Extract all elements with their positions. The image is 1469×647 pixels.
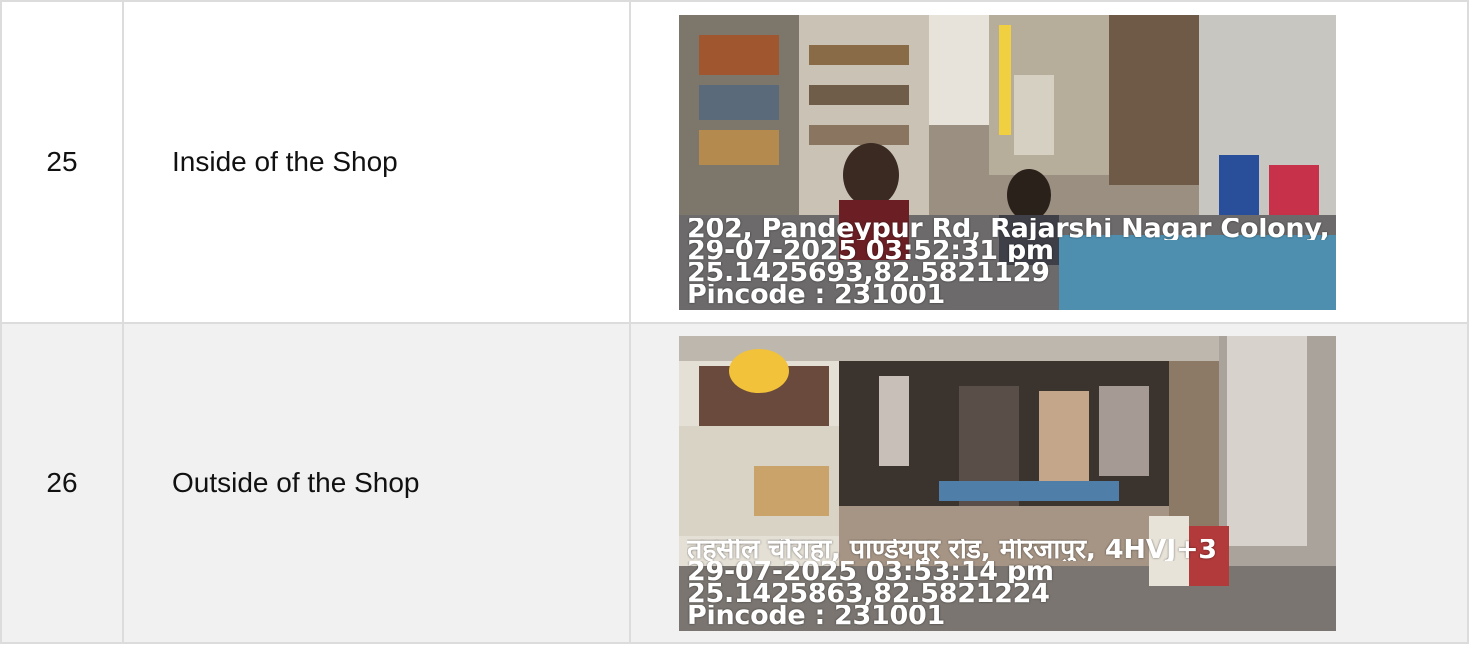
photo-cell: 202, Pandeypur Rd, Rajarshi Nagar Colony…: [629, 0, 1469, 324]
table-row: 26 Outside of the Shop तहसील चौराहा, पाण…: [0, 322, 1469, 644]
photo-geo-overlay: 202, Pandeypur Rd, Rajarshi Nagar Colony…: [687, 218, 1336, 306]
shop-photo-table: 25 Inside of the Shop 202, Pandeypur Rd,…: [0, 0, 1469, 644]
row-description: Inside of the Shop: [122, 0, 631, 324]
photo-cell: तहसील चौराहा, पाण्डेयपुर रोड, मीरजापुर, …: [629, 322, 1469, 644]
table-row: 25 Inside of the Shop 202, Pandeypur Rd,…: [0, 0, 1469, 324]
photo-address: 202, Pandeypur Rd, Rajarshi Nagar Colony…: [687, 217, 1336, 240]
photo-geo-overlay: तहसील चौराहा, पाण्डेयपुर रोड, मीरजापुर, …: [687, 539, 1336, 627]
photo-datetime: 29-07-2025 03:52:31 pm: [687, 239, 1054, 262]
row-description: Outside of the Shop: [122, 322, 631, 644]
photo-coordinates: 25.1425693,82.5821129: [687, 261, 1050, 284]
shop-outside-photo[interactable]: तहसील चौराहा, पाण्डेयपुर रोड, मीरजापुर, …: [679, 335, 1336, 631]
row-number: 26: [0, 322, 124, 644]
photo-pincode: Pincode : 231001: [687, 604, 945, 627]
photo-coordinates: 25.1425863,82.5821224: [687, 582, 1050, 605]
photo-datetime: 29-07-2025 03:53:14 pm: [687, 560, 1054, 583]
shop-inside-photo[interactable]: 202, Pandeypur Rd, Rajarshi Nagar Colony…: [679, 14, 1336, 310]
photo-pincode: Pincode : 231001: [687, 283, 945, 306]
row-number: 25: [0, 0, 124, 324]
photo-address: तहसील चौराहा, पाण्डेयपुर रोड, मीरजापुर, …: [687, 538, 1217, 561]
